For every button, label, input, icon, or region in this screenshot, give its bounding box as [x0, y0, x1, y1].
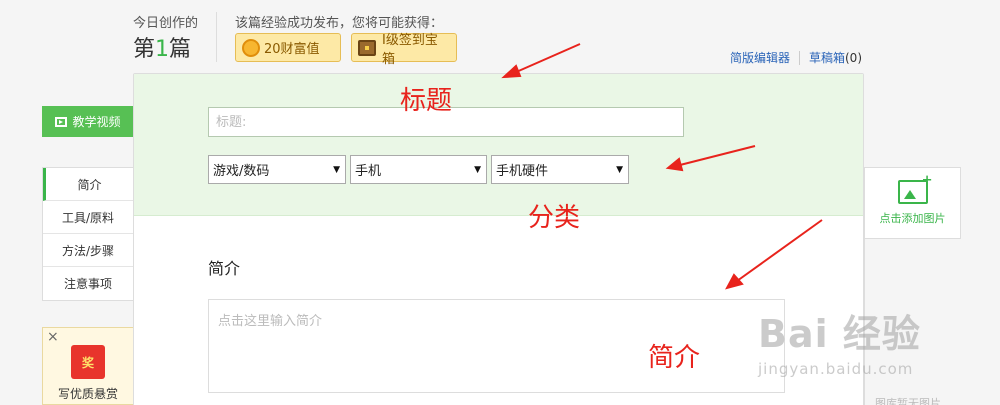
- video-icon: [55, 116, 68, 127]
- nav-item-tools[interactable]: 工具/原料: [43, 201, 133, 234]
- simple-editor-link[interactable]: 简版编辑器: [730, 49, 790, 66]
- add-image-button[interactable]: 点击添加图片: [865, 167, 961, 239]
- tutorial-video-button[interactable]: 教学视频: [42, 106, 134, 137]
- coin-icon: [242, 38, 260, 57]
- dropdown-arrow-icon: ▼: [616, 164, 623, 175]
- reward-chest-badge: I级签到宝箱: [351, 33, 457, 67]
- tutorial-video-label: 教学视频: [72, 115, 121, 129]
- category-select-tertiary[interactable]: 手机硬件 ▼: [491, 155, 629, 184]
- red-envelope-icon: 奖: [71, 345, 105, 379]
- header-divider: [216, 12, 217, 62]
- category-secondary-value: 手机: [355, 164, 382, 179]
- bounty-promo-text: 写优质悬赏: [57, 387, 118, 401]
- count-suffix: 篇: [169, 37, 192, 62]
- reward-chest-label: I级签到宝箱: [382, 32, 438, 67]
- count-number: 1: [155, 37, 170, 62]
- today-created-label: 今日创作的: [133, 16, 199, 31]
- drafts-link[interactable]: 草稿箱: [809, 49, 845, 66]
- dropdown-arrow-icon: ▼: [474, 164, 481, 175]
- watermark-logo-text: Bai 经验: [758, 312, 921, 356]
- add-image-label: 点击添加图片: [879, 212, 946, 225]
- article-count: 第1篇: [133, 31, 191, 63]
- arrow-to-title: [513, 43, 581, 74]
- intro-heading: 简介: [208, 259, 241, 278]
- section-nav: 简介 工具/原料 方法/步骤 注意事项: [42, 167, 134, 301]
- category-primary-value: 游戏/数码: [213, 164, 270, 179]
- editor-card: 游戏/数码 ▼ 手机 ▼ 手机硬件 ▼ 简介 点击这里输入简介: [133, 73, 864, 405]
- watermark-url: jingyan.baidu.com: [758, 360, 914, 378]
- count-prefix: 第: [133, 37, 156, 62]
- reward-wealth-label: 20财富值: [264, 42, 320, 57]
- nav-item-notes[interactable]: 注意事项: [43, 267, 133, 300]
- title-category-section: [134, 74, 863, 216]
- category-select-primary[interactable]: 游戏/数码 ▼: [208, 155, 346, 184]
- drafts-count: (0): [845, 50, 862, 65]
- annotation-category: 分类: [528, 203, 581, 233]
- link-separator: [798, 50, 800, 65]
- gallery-empty-text: 图库暂无图片: [875, 397, 941, 405]
- intro-placeholder: 点击这里输入简介: [218, 314, 323, 329]
- nav-item-steps[interactable]: 方法/步骤: [43, 234, 133, 267]
- header-links: 简版编辑器 草稿箱 (0): [730, 49, 862, 66]
- dropdown-arrow-icon: ▼: [333, 164, 340, 175]
- bounty-promo[interactable]: × 奖 写优质悬赏: [42, 327, 134, 405]
- category-tertiary-value: 手机硬件: [496, 164, 549, 179]
- annotation-intro: 简介: [648, 343, 701, 373]
- annotation-title: 标题: [400, 86, 453, 116]
- add-image-icon: [897, 173, 933, 204]
- close-icon[interactable]: ×: [47, 329, 59, 345]
- category-select-secondary[interactable]: 手机 ▼: [350, 155, 487, 184]
- nav-item-intro[interactable]: 简介: [43, 168, 133, 201]
- treasure-chest-icon: [358, 39, 376, 56]
- baidu-jingyan-watermark: Bai 经验 jingyan.baidu.com: [758, 303, 921, 378]
- reward-wealth-badge: 20财富值: [235, 33, 341, 62]
